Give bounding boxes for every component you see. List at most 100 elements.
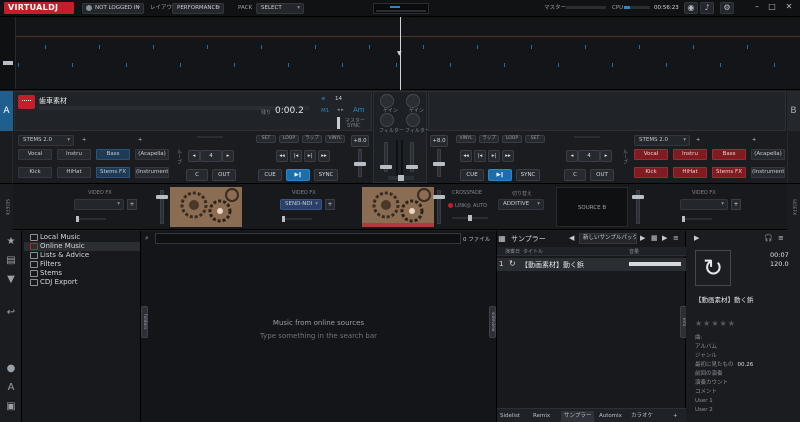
side-fx-left[interactable]: SIDEFX [0,184,13,230]
deck-a-rewind-button[interactable]: ◂◂ [276,150,288,162]
deck-b-pitch-knob[interactable] [433,162,445,166]
deck-a-key-arrows[interactable]: ◂ ▸ [337,107,344,113]
fx-toggle-button[interactable]: ラップ [479,135,499,143]
deck-a-loop-value[interactable]: 4 [200,150,222,162]
tree-item[interactable]: Stems [24,269,140,278]
tab-sidelist[interactable]: Sidelist [500,411,520,422]
video-fx-left-slider-knob[interactable] [76,216,79,222]
back-icon[interactable]: ↩ [5,307,17,319]
fx-toggle-button[interactable]: VINYL [456,135,476,143]
auto-toggle[interactable]: AUTO [473,203,487,209]
deckb-pad[interactable]: Instru [673,149,707,160]
crossfader[interactable] [388,175,414,181]
minimize-icon[interactable]: – [750,2,764,14]
deck-b-pitch-value[interactable]: +8.0 [430,135,448,147]
fx-toggle-button[interactable]: ラップ [302,135,322,143]
info-row[interactable]: 曲: [695,334,790,342]
video-fx-center-slider-knob[interactable] [282,216,285,222]
deck-b-ffwd-button[interactable]: ▸▸ [502,150,514,162]
tree-item[interactable]: Online Music [24,242,140,251]
master-volume-bar[interactable] [566,6,606,9]
tree-item[interactable]: Local Music [24,233,140,242]
volume-fader-left-knob[interactable] [380,165,392,169]
tab-sampler[interactable]: サンプラー [561,411,595,422]
video-fx-right-slider-knob[interactable] [682,216,685,222]
video-volume-right[interactable] [433,190,445,224]
waveform-area[interactable]: ▼ [0,17,800,90]
video-fx-left-slider[interactable] [76,216,106,222]
fx-toggle-button[interactable]: SET [256,135,276,143]
deck-a-cue-button[interactable]: CUE [258,169,282,181]
filter-icon[interactable]: ▼ [5,274,17,286]
deck-a-c-button[interactable]: C [186,169,208,181]
info-row[interactable]: 前回の演奏 [695,370,790,378]
deck-b-out-button[interactable]: OUT [590,169,614,181]
deck-a-loop-plus-button[interactable]: ▸ [222,150,234,162]
rating-stars[interactable]: ★★★★★ [695,319,736,328]
deck-a-next-button[interactable]: ▸| [304,150,316,162]
headphones-icon[interactable]: 🎧 [764,234,773,242]
folders-handle[interactable]: folders [141,306,148,338]
deck-b-next-button[interactable]: ▸| [488,150,500,162]
star-icon[interactable]: ★ [5,236,17,248]
decka-pad[interactable]: (Instrumental) [135,167,169,178]
tab-karaoke[interactable]: カラオケ [631,411,653,422]
deck-a-play-button[interactable]: ▶‖ [286,169,310,181]
video-fx-center-slider[interactable] [282,216,312,222]
deck-a-key[interactable]: Am [353,106,365,114]
info-row[interactable]: 最初に見たもの 00.26 [695,361,790,369]
deck-b-loop-slider[interactable] [574,136,600,138]
pack-select[interactable]: SELECT [256,3,304,14]
deck-a-stems-add-icon[interactable]: + [82,137,86,143]
layout-icon[interactable]: ▣ [5,401,17,413]
video-crossfader[interactable] [452,215,488,221]
deck-b-rewind-button[interactable]: ◂◂ [460,150,472,162]
info-row[interactable]: コメント [695,388,790,396]
info-play-icon[interactable]: ▶ [694,234,699,242]
decka-pad[interactable]: Vocal [18,149,52,160]
video-volume-left[interactable] [156,190,168,224]
fx-toggle-button[interactable]: SET [525,135,545,143]
video-volume-right-knob[interactable] [433,195,445,199]
gain-knob-left[interactable] [380,94,394,108]
filter-knob-right[interactable] [406,113,420,127]
deck-a-pitch-slider[interactable] [354,149,366,177]
tab-automix[interactable]: Automix [599,411,622,422]
sampler-play-icon[interactable]: ▶ [640,234,645,242]
tree-item[interactable]: CDJ Export [24,278,140,287]
decka-pad[interactable]: Instru [57,149,91,160]
deck-b-indicator[interactable]: B [787,91,800,131]
sampler-row[interactable]: 1 ↻ 【動画素材】動く鋲 [497,258,686,271]
video-fx-right-slider[interactable] [682,216,712,222]
maximize-icon[interactable]: □ [765,2,779,14]
info-row[interactable]: 演奏カウント [695,379,790,387]
video-volume-left-knob[interactable] [156,195,168,199]
gain-knob-right[interactable] [406,94,420,108]
deck-a-ffwd-button[interactable]: ▸▸ [318,150,330,162]
deck-a-pitch-value[interactable]: +8.0 [351,135,369,147]
sampler-row-volume[interactable] [629,262,681,266]
settings-gear-icon[interactable]: ⚙ [720,2,734,14]
filter-knob-left[interactable] [380,113,394,127]
video-fx-center-add-icon[interactable]: + [325,199,335,210]
decka-pad[interactable]: Stems FX [96,167,130,178]
mic-icon[interactable]: ♪ [700,2,714,14]
deck-a-indicator[interactable]: A [0,91,13,131]
deck-a-pitch-knob[interactable] [354,162,366,166]
deck-b-prev-button[interactable]: |◂ [474,150,486,162]
sampler-menu-icon[interactable]: ≡ [673,234,679,242]
layout-select[interactable]: PERFORMANCE [172,3,224,14]
video-crossfader-knob[interactable] [468,215,472,221]
deck-b-loop-plus-button[interactable]: ▸ [600,150,612,162]
zoom-knob[interactable] [3,61,13,65]
font-size-icon[interactable]: A [5,382,17,394]
deck-b-cue-button[interactable]: CUE [460,169,484,181]
tree-item[interactable]: Lists & Advice [24,251,140,260]
deck-a-loop-minus-button[interactable]: ◂ [188,150,200,162]
fx-toggle-button[interactable]: LOOP [279,135,299,143]
sampler-next-icon[interactable]: ▶ [662,234,667,242]
deckb-pad[interactable]: Bass [712,149,746,160]
source-b-preview[interactable]: SOURCE B [556,187,628,227]
record-icon[interactable]: ◉ [684,2,698,14]
zoom-slider[interactable] [0,17,16,89]
